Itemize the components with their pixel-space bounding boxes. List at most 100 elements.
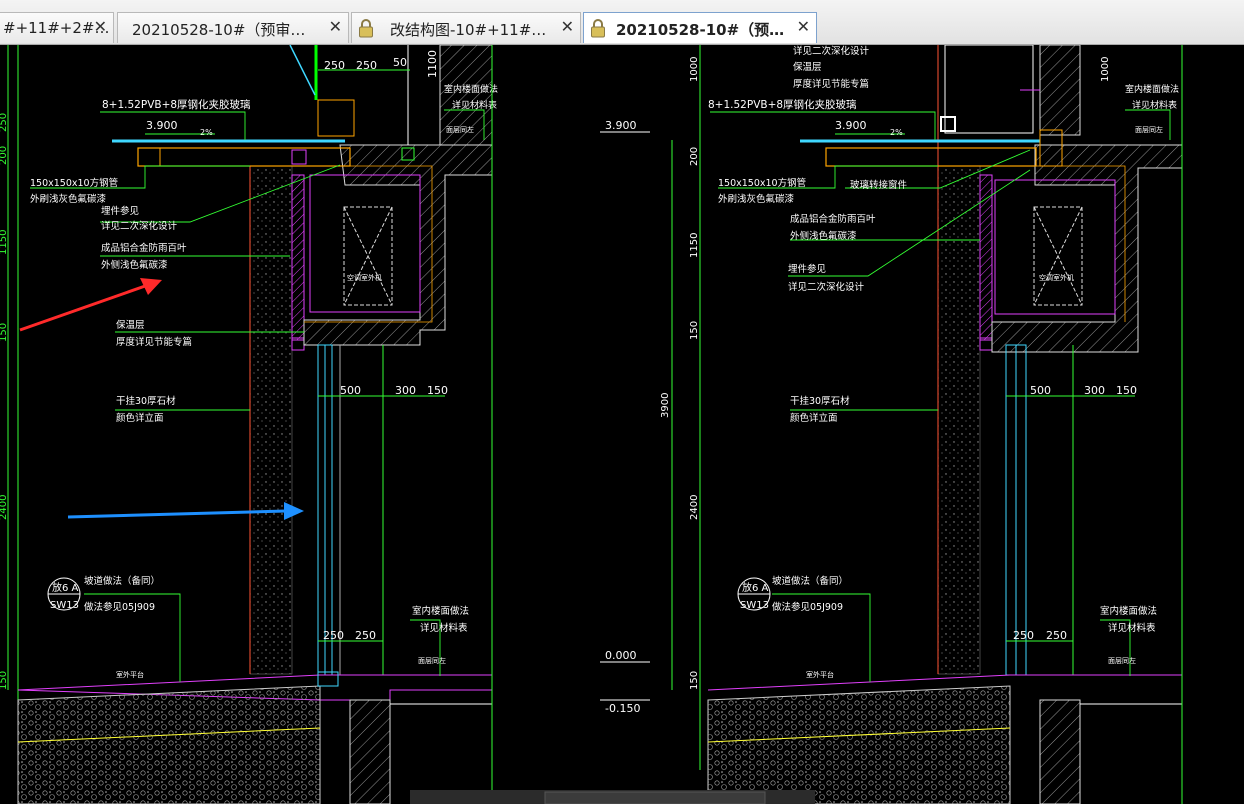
annotation: 成品铝合金防雨百叶 bbox=[101, 242, 187, 254]
elevation-label: 3.900 bbox=[605, 119, 637, 132]
annotation: 详见二次深化设计 bbox=[101, 220, 178, 232]
elevation-label: -0.150 bbox=[605, 702, 640, 715]
detail-ref: SW13 bbox=[50, 600, 79, 611]
lock-icon bbox=[591, 19, 605, 38]
dim-text: 250 bbox=[1013, 629, 1034, 642]
annotation: 外刷浅灰色氟碳漆 bbox=[718, 193, 795, 205]
dim-text: 300 bbox=[1084, 384, 1105, 397]
dim-text: 250 bbox=[355, 629, 376, 642]
annotation: 8+1.52PVB+8厚钢化夹胶玻璃 bbox=[102, 98, 251, 111]
slope-label: 2% bbox=[890, 128, 903, 137]
annotation: 150x150x10方钢管 bbox=[718, 177, 806, 189]
close-icon[interactable]: ✕ bbox=[329, 17, 342, 36]
annotation: 面层同左 bbox=[446, 125, 474, 134]
dim-text: 1150 bbox=[689, 233, 700, 258]
close-icon[interactable]: ✕ bbox=[797, 17, 810, 36]
annotation: 室外平台 bbox=[806, 670, 834, 679]
tab-drawing-1[interactable]: #+11#+2#… ✕ bbox=[0, 12, 114, 43]
right-section-detail: 1000 200 1150 150 3900 2400 150 1000 3.9… bbox=[600, 45, 1183, 804]
tab-drawing-3[interactable]: 改结构图-10#+11#… ✕ bbox=[351, 12, 581, 43]
annotation: 保温层 bbox=[793, 61, 822, 73]
annotation: 详见材料表 bbox=[1108, 622, 1156, 634]
dim-text: 1100 bbox=[426, 50, 439, 78]
dim-text: 1150 bbox=[0, 230, 9, 255]
dim-text: 3900 bbox=[660, 393, 671, 418]
dim-text: 150 bbox=[1116, 384, 1137, 397]
dim-text: 150 bbox=[427, 384, 448, 397]
dim-text: 1000 bbox=[689, 57, 700, 82]
dim-text: 250 bbox=[0, 113, 9, 132]
tab-label: 20210528-10#（预… bbox=[616, 21, 785, 39]
annotation: 坡道做法（备同） bbox=[772, 575, 848, 587]
detail-tag: 放6 A bbox=[52, 581, 79, 594]
document-tab-bar: #+11#+2#… ✕ 20210528-10#（预审… ✕ 改结构图-10#+… bbox=[0, 0, 1244, 45]
dim-text: 200 bbox=[0, 146, 9, 165]
annotation: 坡道做法（备同） bbox=[84, 575, 160, 587]
dim-text: 250 bbox=[356, 59, 377, 72]
elevation-label: 3.900 bbox=[146, 119, 178, 132]
annotation: 外侧浅色氟碳漆 bbox=[101, 259, 168, 271]
annotation: 详见材料表 bbox=[452, 99, 497, 111]
annotation: 室内楼面做法 bbox=[412, 605, 469, 617]
dim-text: 250 bbox=[1046, 629, 1067, 642]
elevation-label: 0.000 bbox=[605, 649, 637, 662]
annotation: 干挂30厚石材 bbox=[116, 395, 176, 407]
dim-text: 150 bbox=[689, 671, 700, 690]
annotation: 室内楼面做法 bbox=[1125, 83, 1179, 95]
annotation: 面层同左 bbox=[1108, 656, 1136, 665]
annotation: 埋件参见 bbox=[101, 205, 139, 217]
annotation: 室内楼面做法 bbox=[444, 83, 498, 95]
annotation: 厚度详见节能专篇 bbox=[793, 78, 869, 90]
annotation: 保温层 bbox=[116, 319, 145, 331]
annotation: 150x150x10方钢管 bbox=[30, 177, 118, 189]
annotation: 面层同左 bbox=[1135, 125, 1163, 134]
dim-text: 2400 bbox=[0, 495, 9, 520]
dim-text: 150 bbox=[0, 671, 9, 690]
slope-label: 2% bbox=[200, 128, 213, 137]
dim-text: 500 bbox=[1030, 384, 1051, 397]
left-section-detail: 250 200 1150 150 2400 150 空调室外机 250 250 … bbox=[0, 45, 498, 804]
close-icon[interactable]: ✕ bbox=[94, 17, 107, 36]
dim-text: 250 bbox=[323, 629, 344, 642]
tab-label: 20210528-10#（预审… bbox=[132, 21, 306, 39]
dim-text: 250 bbox=[324, 59, 345, 72]
annotation: 室内楼面做法 bbox=[1100, 605, 1157, 617]
elevation-label: 3.900 bbox=[835, 119, 867, 132]
annotation: 玻璃转接窗件 bbox=[850, 179, 908, 191]
ac-unit-label: 空调室外机 bbox=[347, 273, 382, 282]
tab-drawing-4-active[interactable]: 20210528-10#（预… ✕ bbox=[583, 12, 817, 43]
detail-ref: SW13 bbox=[740, 600, 769, 611]
dim-text: 300 bbox=[395, 384, 416, 397]
dim-text: 150 bbox=[689, 321, 700, 340]
tab-label: 改结构图-10#+11#… bbox=[390, 21, 547, 39]
dim-text: 150 bbox=[0, 323, 9, 342]
annotation: 详见材料表 bbox=[1132, 99, 1177, 111]
annotation: 成品铝合金防雨百叶 bbox=[790, 213, 876, 225]
annotation: 埋件参见 bbox=[788, 263, 826, 275]
tab-drawing-2[interactable]: 20210528-10#（预审… ✕ bbox=[117, 12, 349, 43]
annotation: 颜色详立面 bbox=[116, 412, 164, 424]
annotation: 厚度详见节能专篇 bbox=[116, 336, 192, 348]
dim-text: 1000 bbox=[1100, 57, 1111, 82]
annotation: 8+1.52PVB+8厚钢化夹胶玻璃 bbox=[708, 98, 857, 111]
dim-text: 200 bbox=[689, 147, 700, 166]
annotation: 做法参见05J909 bbox=[772, 601, 843, 613]
ac-unit-label: 空调室外机 bbox=[1039, 273, 1074, 282]
annotation: 外刷浅灰色氟碳漆 bbox=[30, 193, 107, 205]
annotation: 室外平台 bbox=[116, 670, 144, 679]
annotation: 面层同左 bbox=[418, 656, 446, 665]
cad-drawing-canvas[interactable]: 250 200 1150 150 2400 150 空调室外机 250 250 … bbox=[0, 45, 1244, 804]
dim-text: 500 bbox=[340, 384, 361, 397]
lock-icon bbox=[359, 19, 373, 38]
annotation: 外侧浅色氟碳漆 bbox=[790, 230, 857, 242]
annotation: 详见二次深化设计 bbox=[788, 281, 865, 293]
annotation: 做法参见05J909 bbox=[84, 601, 155, 613]
annotation: 详见二次深化设计 bbox=[793, 45, 870, 57]
dim-text: 50 bbox=[393, 56, 407, 69]
annotation: 详见材料表 bbox=[420, 622, 468, 634]
annotation: 颜色详立面 bbox=[790, 412, 838, 424]
dim-text: 2400 bbox=[689, 495, 700, 520]
close-icon[interactable]: ✕ bbox=[561, 17, 574, 36]
detail-tag: 放6 A bbox=[742, 581, 769, 594]
annotation: 干挂30厚石材 bbox=[790, 395, 850, 407]
